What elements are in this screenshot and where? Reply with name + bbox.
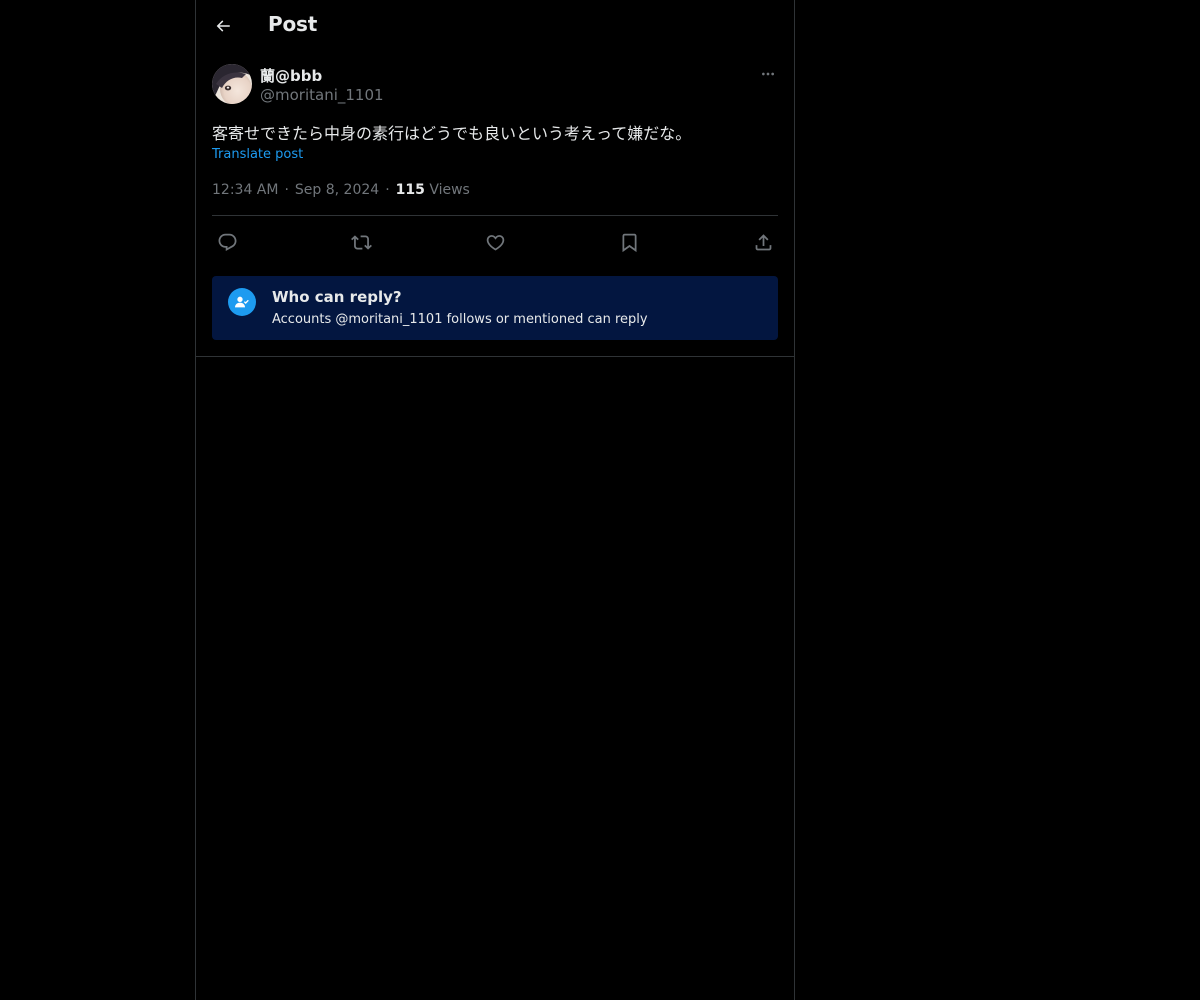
post-date[interactable]: Sep 8, 2024: [295, 182, 379, 198]
views-count: 115: [395, 182, 425, 198]
share-icon: [755, 233, 771, 250]
arrow-left-icon: [216, 20, 230, 32]
divider: [212, 215, 778, 216]
more-options-button[interactable]: [758, 64, 778, 84]
author-handle[interactable]: @moritani_1101: [260, 86, 384, 104]
primary-column: Post 蘭@bbb @moritani_1101 客寄せできたら中身の素行はど…: [195, 0, 795, 1000]
more-horizontal-icon: [762, 72, 774, 76]
meta-separator: ·: [385, 182, 390, 198]
bookmark-button[interactable]: [615, 228, 643, 256]
heart-icon: [486, 234, 504, 251]
bookmark-icon: [622, 233, 636, 252]
translate-post-link[interactable]: Translate post: [212, 147, 303, 162]
avatar-image: [212, 64, 252, 104]
post-text: 客寄せできたら中身の素行はどうでも良いという考えって嫌だな。: [212, 124, 692, 143]
back-button[interactable]: [208, 8, 238, 44]
views-label: Views: [429, 182, 470, 198]
who-can-reply-title: Who can reply?: [272, 288, 402, 306]
avatar[interactable]: [212, 64, 252, 104]
who-can-reply-card: Who can reply? Accounts @moritani_1101 f…: [212, 276, 778, 340]
reply-button[interactable]: [213, 228, 241, 256]
divider: [196, 356, 794, 357]
post-meta: 12:34 AM · Sep 8, 2024 · 115 Views: [212, 182, 470, 198]
page-title: Post: [268, 12, 318, 36]
person-check-icon: [228, 288, 256, 316]
repost-icon: [350, 234, 372, 250]
meta-separator: ·: [284, 182, 289, 198]
post-header: Post: [196, 0, 794, 53]
who-can-reply-description: Accounts @moritani_1101 follows or menti…: [272, 312, 648, 327]
post-time[interactable]: 12:34 AM: [212, 182, 278, 198]
repost-button[interactable]: [347, 228, 375, 256]
share-button[interactable]: [749, 228, 777, 256]
like-button[interactable]: [481, 228, 509, 256]
author-display-name[interactable]: 蘭@bbb: [260, 65, 322, 86]
action-bar: [212, 226, 778, 256]
reply-icon: [218, 233, 236, 251]
